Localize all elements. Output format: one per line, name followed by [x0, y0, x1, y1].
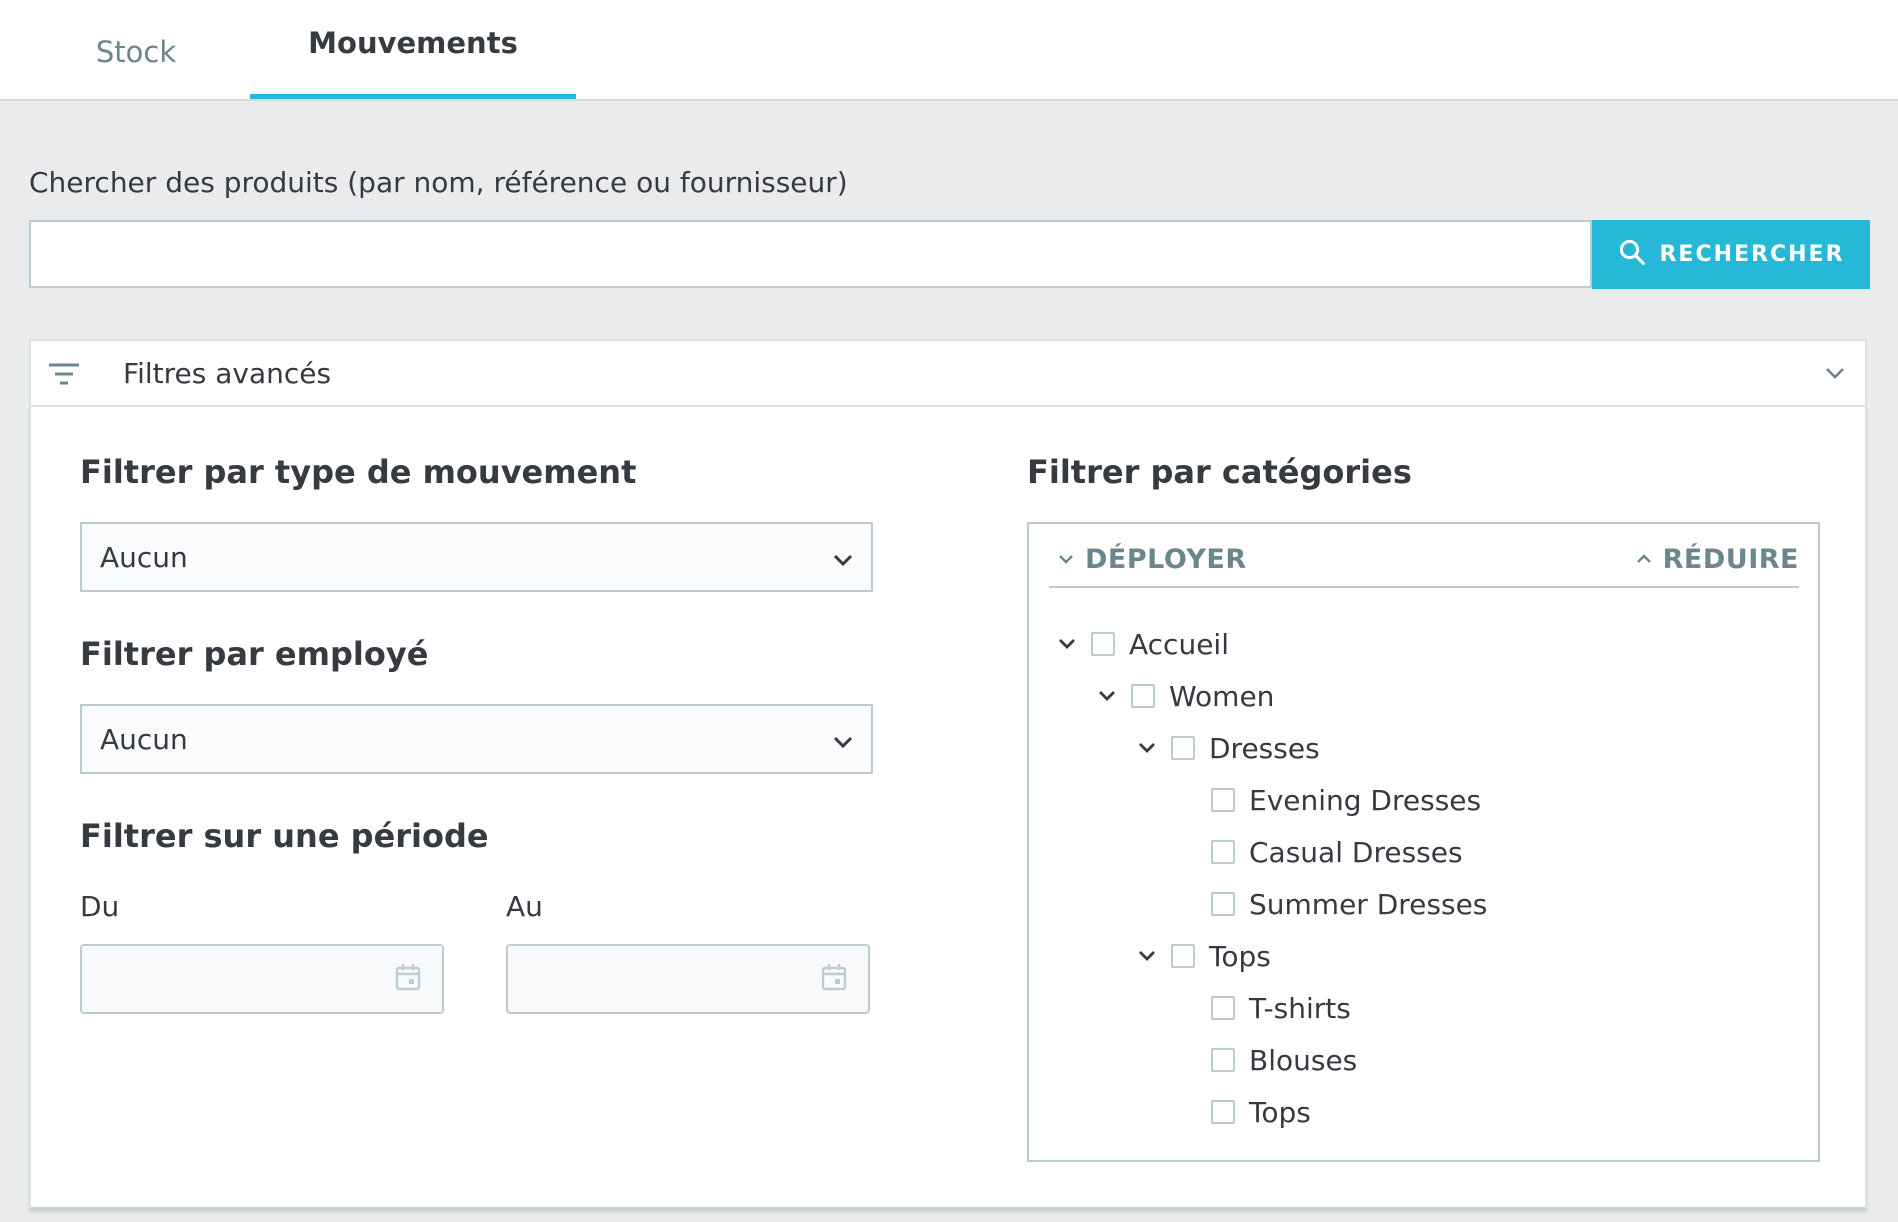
- calendar-icon: [394, 962, 422, 996]
- tree-checkbox[interactable]: [1211, 1100, 1235, 1124]
- tree-node-label: Tops: [1209, 939, 1271, 973]
- tabs-bar: Stock Mouvements: [0, 0, 1898, 101]
- advanced-filters-toggle[interactable]: Filtres avancés: [29, 339, 1867, 407]
- date-to-label: Au: [506, 890, 543, 923]
- date-from-input[interactable]: [80, 944, 444, 1014]
- search-button-label: RECHERCHER: [1659, 242, 1845, 267]
- chevron-up-icon: [1635, 544, 1653, 575]
- tree-node[interactable]: Dresses: [1137, 728, 1320, 768]
- date-from-label: Du: [80, 890, 120, 923]
- tree-checkbox[interactable]: [1211, 788, 1235, 812]
- search-icon: [1617, 237, 1647, 273]
- date-to-input[interactable]: [506, 944, 870, 1014]
- tree-checkbox[interactable]: [1091, 632, 1115, 656]
- categories-title: Filtrer par catégories: [1027, 453, 1412, 491]
- movement-type-value: Aucun: [100, 541, 188, 574]
- period-title: Filtrer sur une période: [80, 817, 489, 855]
- tree-node[interactable]: Summer Dresses: [1177, 884, 1487, 924]
- tree-node-label: Dresses: [1209, 731, 1320, 765]
- tree-node[interactable]: Women: [1097, 676, 1274, 716]
- tree-toggle-spacer: [1177, 884, 1211, 924]
- movement-type-title: Filtrer par type de mouvement: [80, 453, 637, 491]
- tree-node-label: Evening Dresses: [1249, 783, 1482, 817]
- tree-checkbox[interactable]: [1211, 1048, 1235, 1072]
- expand-all-button[interactable]: DÉPLOYER: [1057, 544, 1247, 575]
- chevron-down-icon: [831, 548, 855, 576]
- chevron-down-icon: [831, 730, 855, 758]
- tree-toggle-spacer: [1177, 1040, 1211, 1080]
- tree-node-label: Tops: [1249, 1095, 1311, 1129]
- tree-node-label: Blouses: [1249, 1043, 1358, 1077]
- tree-node-label: Accueil: [1129, 627, 1229, 661]
- tree-checkbox[interactable]: [1211, 892, 1235, 916]
- search-input[interactable]: [29, 220, 1592, 288]
- advanced-filters-label: Filtres avancés: [123, 357, 332, 390]
- tree-actions: DÉPLOYER RÉDUIRE: [1049, 544, 1799, 588]
- movement-type-select[interactable]: Aucun: [80, 522, 873, 592]
- tree-checkbox[interactable]: [1171, 944, 1195, 968]
- tree-toggle-spacer: [1177, 1092, 1211, 1132]
- tree-node[interactable]: Tops: [1177, 1092, 1311, 1132]
- tab-mouvements[interactable]: Mouvements: [250, 0, 576, 99]
- collapse-all-label: RÉDUIRE: [1662, 544, 1799, 575]
- filter-icon: [47, 359, 81, 393]
- chevron-down-icon: [1057, 544, 1075, 575]
- tree-node[interactable]: T-shirts: [1177, 988, 1351, 1028]
- calendar-icon: [820, 962, 848, 996]
- tree-toggle-chevron-down-icon[interactable]: [1057, 624, 1091, 664]
- employee-title: Filtrer par employé: [80, 635, 429, 673]
- tree-node-label: Casual Dresses: [1249, 835, 1463, 869]
- tree-node[interactable]: Blouses: [1177, 1040, 1357, 1080]
- tab-stock[interactable]: Stock: [52, 0, 220, 99]
- tree-node-label: T-shirts: [1249, 991, 1351, 1025]
- tree-checkbox[interactable]: [1171, 736, 1195, 760]
- tree-toggle-chevron-down-icon[interactable]: [1137, 728, 1171, 768]
- expand-all-label: DÉPLOYER: [1085, 544, 1247, 575]
- tree-node[interactable]: Evening Dresses: [1177, 780, 1481, 820]
- tree-node[interactable]: Tops: [1137, 936, 1271, 976]
- tree-toggle-chevron-down-icon[interactable]: [1097, 676, 1131, 716]
- tree-toggle-spacer: [1177, 780, 1211, 820]
- chevron-down-icon: [1823, 361, 1847, 389]
- employee-select[interactable]: Aucun: [80, 704, 873, 774]
- tree-node[interactable]: Casual Dresses: [1177, 832, 1463, 872]
- tree-node-label: Summer Dresses: [1249, 887, 1488, 921]
- employee-value: Aucun: [100, 723, 188, 756]
- search-label: Chercher des produits (par nom, référenc…: [29, 166, 848, 199]
- collapse-all-button[interactable]: RÉDUIRE: [1635, 544, 1799, 575]
- tree-toggle-spacer: [1177, 988, 1211, 1028]
- tree-node-label: Women: [1169, 679, 1275, 713]
- tree-toggle-spacer: [1177, 832, 1211, 872]
- tree-toggle-chevron-down-icon[interactable]: [1137, 936, 1171, 976]
- tree-checkbox[interactable]: [1211, 840, 1235, 864]
- advanced-filters-panel: Filtrer par type de mouvement Aucun Filt…: [29, 407, 1867, 1210]
- tree-checkbox[interactable]: [1131, 684, 1155, 708]
- search-button[interactable]: RECHERCHER: [1592, 220, 1870, 289]
- tree-node[interactable]: Accueil: [1057, 624, 1229, 664]
- tree-checkbox[interactable]: [1211, 996, 1235, 1020]
- category-tree: DÉPLOYER RÉDUIRE Accueil Women Dresses Even…: [1027, 522, 1820, 1162]
